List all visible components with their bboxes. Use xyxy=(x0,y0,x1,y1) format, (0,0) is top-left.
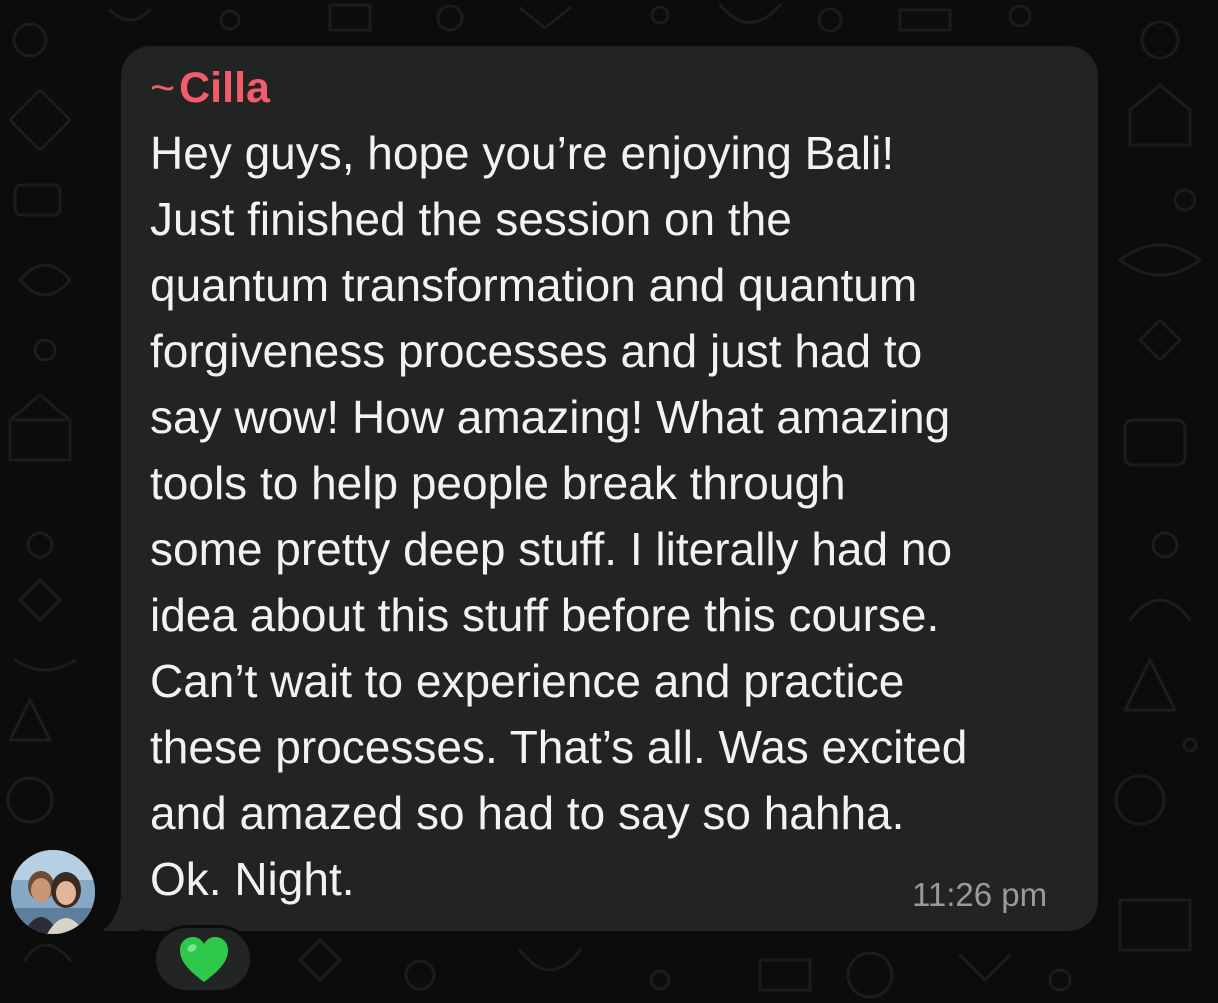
message-line: quantum transformation and quantum xyxy=(150,259,918,311)
sender-label: Cilla xyxy=(179,64,270,112)
message-line: some pretty deep stuff. I literally had … xyxy=(150,523,953,575)
message-line: Hey guys, hope you’re enjoying Bali! xyxy=(150,127,895,179)
message-line: and amazed so had to say so hahha. xyxy=(150,787,905,839)
message-line: idea about this stuff before this course… xyxy=(150,589,940,641)
message-line: tools to help people break through xyxy=(150,457,846,509)
message-line: Can’t wait to experience and practice xyxy=(150,655,905,707)
chat-background: ~Cilla Hey guys, hope you’re enjoying Ba… xyxy=(0,0,1218,1003)
message-timestamp: 11:26 pm xyxy=(912,876,1048,913)
message-text: Hey guys, hope you’re enjoying Bali! Jus… xyxy=(150,120,1080,912)
message-line: these processes. That’s all. Was excited xyxy=(150,721,968,773)
message-line: say wow! How amazing! What amazing xyxy=(150,391,951,443)
message-line: forgiveness processes and just had to xyxy=(150,325,923,377)
message-line: Just finished the session on the xyxy=(150,193,792,245)
sender-name[interactable]: ~Cilla xyxy=(150,62,270,114)
sender-prefix: ~ xyxy=(150,64,176,112)
avatar-photo xyxy=(11,850,95,934)
green-heart-icon xyxy=(180,937,228,982)
avatar[interactable] xyxy=(11,850,95,934)
reaction-chip[interactable] xyxy=(153,925,253,993)
